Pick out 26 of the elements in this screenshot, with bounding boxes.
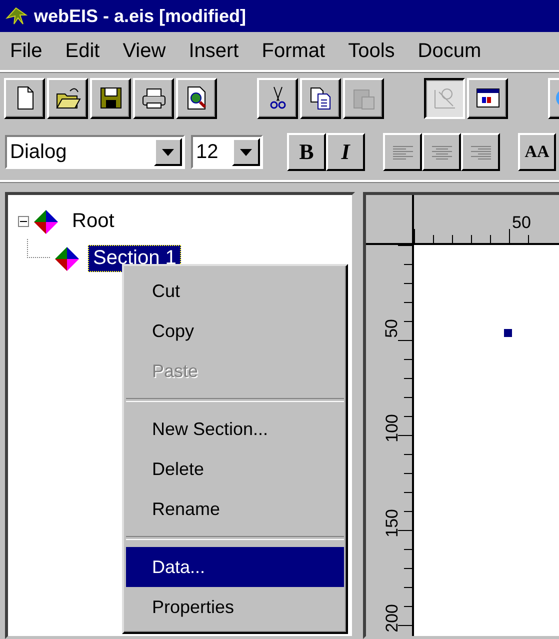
menu-item[interactable]: New Section... <box>126 409 344 449</box>
font-combo[interactable]: Dialog <box>5 135 185 169</box>
window-title: webEIS - a.eis [modified] <box>34 6 246 26</box>
tree-item[interactable]: Root <box>67 208 120 235</box>
ruler-label: 50 <box>512 213 531 233</box>
menu-item[interactable]: Delete <box>126 449 344 489</box>
font-size-button[interactable]: AA <box>518 133 556 171</box>
menu-item[interactable]: Docum <box>418 40 482 62</box>
menu-item[interactable]: Copy <box>126 311 344 351</box>
size-combo[interactable]: 12 <box>191 135 263 169</box>
menu-item[interactable]: File <box>10 40 42 62</box>
menu-item[interactable]: Tools <box>348 40 395 62</box>
ruler-label: 200 <box>383 604 400 632</box>
menu-item[interactable]: Data... <box>126 547 344 587</box>
menu-item[interactable]: Format <box>262 40 326 62</box>
menu-item[interactable]: Cut <box>126 271 344 311</box>
bold-button[interactable]: B <box>287 133 326 171</box>
menu-item[interactable]: View <box>122 40 166 62</box>
menu-item[interactable]: Properties <box>126 587 344 627</box>
menu-item[interactable]: Rename <box>126 489 344 529</box>
ruler-label: 150 <box>383 509 400 538</box>
ruler-label: 50 <box>383 319 400 338</box>
italic-button[interactable]: I <box>326 133 365 171</box>
ruler-label: 100 <box>383 414 400 442</box>
menu-item[interactable]: Insert <box>188 40 239 62</box>
menu-item[interactable]: Edit <box>65 40 100 62</box>
